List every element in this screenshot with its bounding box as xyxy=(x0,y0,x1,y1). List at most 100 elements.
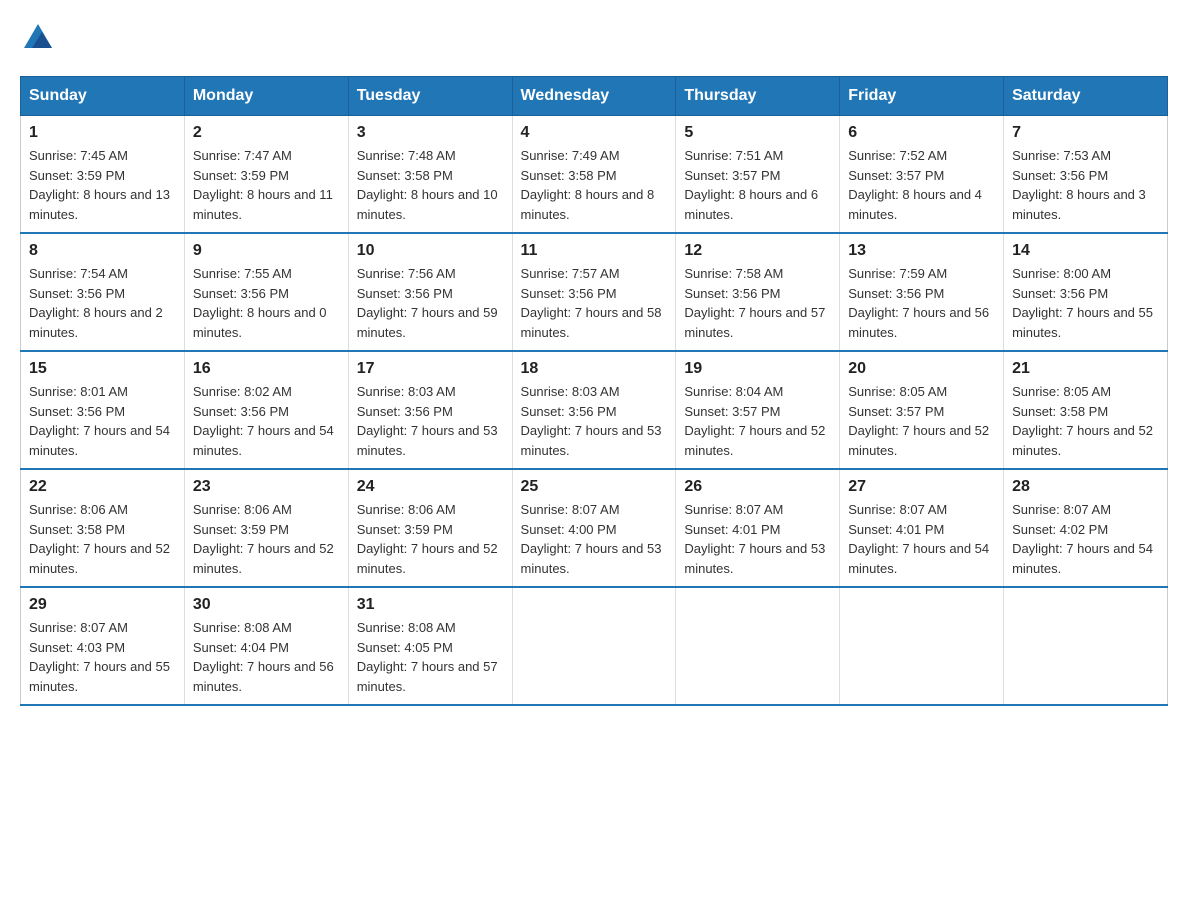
day-info: Sunrise: 8:07 AMSunset: 4:02 PMDaylight:… xyxy=(1012,500,1159,578)
day-number: 25 xyxy=(521,478,668,496)
day-number: 28 xyxy=(1012,478,1159,496)
calendar-cell xyxy=(512,587,676,705)
day-info: Sunrise: 7:57 AMSunset: 3:56 PMDaylight:… xyxy=(521,264,668,342)
calendar-cell: 14 Sunrise: 8:00 AMSunset: 3:56 PMDaylig… xyxy=(1004,233,1168,351)
calendar-cell: 9 Sunrise: 7:55 AMSunset: 3:56 PMDayligh… xyxy=(184,233,348,351)
calendar-cell: 17 Sunrise: 8:03 AMSunset: 3:56 PMDaylig… xyxy=(348,351,512,469)
day-info: Sunrise: 8:01 AMSunset: 3:56 PMDaylight:… xyxy=(29,382,176,460)
calendar-cell: 22 Sunrise: 8:06 AMSunset: 3:58 PMDaylig… xyxy=(21,469,185,587)
day-number: 11 xyxy=(521,242,668,260)
day-info: Sunrise: 8:07 AMSunset: 4:03 PMDaylight:… xyxy=(29,618,176,696)
day-number: 31 xyxy=(357,596,504,614)
col-header-monday: Monday xyxy=(184,77,348,116)
calendar-cell: 8 Sunrise: 7:54 AMSunset: 3:56 PMDayligh… xyxy=(21,233,185,351)
day-info: Sunrise: 8:08 AMSunset: 4:05 PMDaylight:… xyxy=(357,618,504,696)
day-number: 1 xyxy=(29,124,176,142)
calendar-cell: 18 Sunrise: 8:03 AMSunset: 3:56 PMDaylig… xyxy=(512,351,676,469)
calendar-cell: 1 Sunrise: 7:45 AMSunset: 3:59 PMDayligh… xyxy=(21,116,185,234)
day-number: 10 xyxy=(357,242,504,260)
calendar-week-row: 29 Sunrise: 8:07 AMSunset: 4:03 PMDaylig… xyxy=(21,587,1168,705)
calendar-cell: 3 Sunrise: 7:48 AMSunset: 3:58 PMDayligh… xyxy=(348,116,512,234)
day-info: Sunrise: 7:56 AMSunset: 3:56 PMDaylight:… xyxy=(357,264,504,342)
calendar-cell: 11 Sunrise: 7:57 AMSunset: 3:56 PMDaylig… xyxy=(512,233,676,351)
col-header-sunday: Sunday xyxy=(21,77,185,116)
calendar-week-row: 1 Sunrise: 7:45 AMSunset: 3:59 PMDayligh… xyxy=(21,116,1168,234)
calendar-header-row: SundayMondayTuesdayWednesdayThursdayFrid… xyxy=(21,77,1168,116)
calendar-cell: 29 Sunrise: 8:07 AMSunset: 4:03 PMDaylig… xyxy=(21,587,185,705)
day-info: Sunrise: 7:59 AMSunset: 3:56 PMDaylight:… xyxy=(848,264,995,342)
calendar-cell: 27 Sunrise: 8:07 AMSunset: 4:01 PMDaylig… xyxy=(840,469,1004,587)
day-number: 12 xyxy=(684,242,831,260)
calendar-cell: 25 Sunrise: 8:07 AMSunset: 4:00 PMDaylig… xyxy=(512,469,676,587)
day-info: Sunrise: 8:08 AMSunset: 4:04 PMDaylight:… xyxy=(193,618,340,696)
day-info: Sunrise: 7:51 AMSunset: 3:57 PMDaylight:… xyxy=(684,146,831,224)
day-number: 6 xyxy=(848,124,995,142)
day-number: 3 xyxy=(357,124,504,142)
day-info: Sunrise: 8:06 AMSunset: 3:59 PMDaylight:… xyxy=(193,500,340,578)
calendar-cell: 6 Sunrise: 7:52 AMSunset: 3:57 PMDayligh… xyxy=(840,116,1004,234)
calendar-cell xyxy=(676,587,840,705)
day-info: Sunrise: 8:03 AMSunset: 3:56 PMDaylight:… xyxy=(521,382,668,460)
day-number: 2 xyxy=(193,124,340,142)
col-header-tuesday: Tuesday xyxy=(348,77,512,116)
calendar-cell: 2 Sunrise: 7:47 AMSunset: 3:59 PMDayligh… xyxy=(184,116,348,234)
day-number: 24 xyxy=(357,478,504,496)
day-info: Sunrise: 7:48 AMSunset: 3:58 PMDaylight:… xyxy=(357,146,504,224)
calendar-week-row: 15 Sunrise: 8:01 AMSunset: 3:56 PMDaylig… xyxy=(21,351,1168,469)
day-info: Sunrise: 8:05 AMSunset: 3:57 PMDaylight:… xyxy=(848,382,995,460)
day-number: 17 xyxy=(357,360,504,378)
day-number: 8 xyxy=(29,242,176,260)
day-info: Sunrise: 7:55 AMSunset: 3:56 PMDaylight:… xyxy=(193,264,340,342)
page-header xyxy=(20,20,1168,56)
calendar-cell: 24 Sunrise: 8:06 AMSunset: 3:59 PMDaylig… xyxy=(348,469,512,587)
day-info: Sunrise: 8:06 AMSunset: 3:59 PMDaylight:… xyxy=(357,500,504,578)
logo xyxy=(20,20,56,56)
calendar-week-row: 8 Sunrise: 7:54 AMSunset: 3:56 PMDayligh… xyxy=(21,233,1168,351)
calendar-cell: 15 Sunrise: 8:01 AMSunset: 3:56 PMDaylig… xyxy=(21,351,185,469)
day-number: 27 xyxy=(848,478,995,496)
day-number: 30 xyxy=(193,596,340,614)
day-number: 14 xyxy=(1012,242,1159,260)
logo-icon xyxy=(20,20,56,56)
calendar-cell: 28 Sunrise: 8:07 AMSunset: 4:02 PMDaylig… xyxy=(1004,469,1168,587)
col-header-wednesday: Wednesday xyxy=(512,77,676,116)
day-info: Sunrise: 7:45 AMSunset: 3:59 PMDaylight:… xyxy=(29,146,176,224)
calendar-cell: 20 Sunrise: 8:05 AMSunset: 3:57 PMDaylig… xyxy=(840,351,1004,469)
day-info: Sunrise: 8:05 AMSunset: 3:58 PMDaylight:… xyxy=(1012,382,1159,460)
day-number: 9 xyxy=(193,242,340,260)
calendar-cell: 19 Sunrise: 8:04 AMSunset: 3:57 PMDaylig… xyxy=(676,351,840,469)
day-info: Sunrise: 7:53 AMSunset: 3:56 PMDaylight:… xyxy=(1012,146,1159,224)
calendar-table: SundayMondayTuesdayWednesdayThursdayFrid… xyxy=(20,76,1168,706)
calendar-cell: 4 Sunrise: 7:49 AMSunset: 3:58 PMDayligh… xyxy=(512,116,676,234)
day-info: Sunrise: 7:47 AMSunset: 3:59 PMDaylight:… xyxy=(193,146,340,224)
calendar-cell: 10 Sunrise: 7:56 AMSunset: 3:56 PMDaylig… xyxy=(348,233,512,351)
day-number: 23 xyxy=(193,478,340,496)
col-header-thursday: Thursday xyxy=(676,77,840,116)
day-info: Sunrise: 7:52 AMSunset: 3:57 PMDaylight:… xyxy=(848,146,995,224)
day-number: 26 xyxy=(684,478,831,496)
day-number: 7 xyxy=(1012,124,1159,142)
day-number: 13 xyxy=(848,242,995,260)
calendar-cell xyxy=(840,587,1004,705)
calendar-cell: 31 Sunrise: 8:08 AMSunset: 4:05 PMDaylig… xyxy=(348,587,512,705)
day-info: Sunrise: 8:00 AMSunset: 3:56 PMDaylight:… xyxy=(1012,264,1159,342)
calendar-cell: 5 Sunrise: 7:51 AMSunset: 3:57 PMDayligh… xyxy=(676,116,840,234)
calendar-cell: 12 Sunrise: 7:58 AMSunset: 3:56 PMDaylig… xyxy=(676,233,840,351)
day-info: Sunrise: 8:07 AMSunset: 4:00 PMDaylight:… xyxy=(521,500,668,578)
calendar-cell: 16 Sunrise: 8:02 AMSunset: 3:56 PMDaylig… xyxy=(184,351,348,469)
day-number: 18 xyxy=(521,360,668,378)
calendar-cell xyxy=(1004,587,1168,705)
calendar-cell: 13 Sunrise: 7:59 AMSunset: 3:56 PMDaylig… xyxy=(840,233,1004,351)
day-info: Sunrise: 7:58 AMSunset: 3:56 PMDaylight:… xyxy=(684,264,831,342)
calendar-week-row: 22 Sunrise: 8:06 AMSunset: 3:58 PMDaylig… xyxy=(21,469,1168,587)
calendar-cell: 7 Sunrise: 7:53 AMSunset: 3:56 PMDayligh… xyxy=(1004,116,1168,234)
calendar-cell: 21 Sunrise: 8:05 AMSunset: 3:58 PMDaylig… xyxy=(1004,351,1168,469)
calendar-cell: 23 Sunrise: 8:06 AMSunset: 3:59 PMDaylig… xyxy=(184,469,348,587)
day-number: 20 xyxy=(848,360,995,378)
day-info: Sunrise: 8:07 AMSunset: 4:01 PMDaylight:… xyxy=(848,500,995,578)
day-number: 19 xyxy=(684,360,831,378)
day-info: Sunrise: 8:02 AMSunset: 3:56 PMDaylight:… xyxy=(193,382,340,460)
calendar-cell: 26 Sunrise: 8:07 AMSunset: 4:01 PMDaylig… xyxy=(676,469,840,587)
day-number: 22 xyxy=(29,478,176,496)
col-header-saturday: Saturday xyxy=(1004,77,1168,116)
